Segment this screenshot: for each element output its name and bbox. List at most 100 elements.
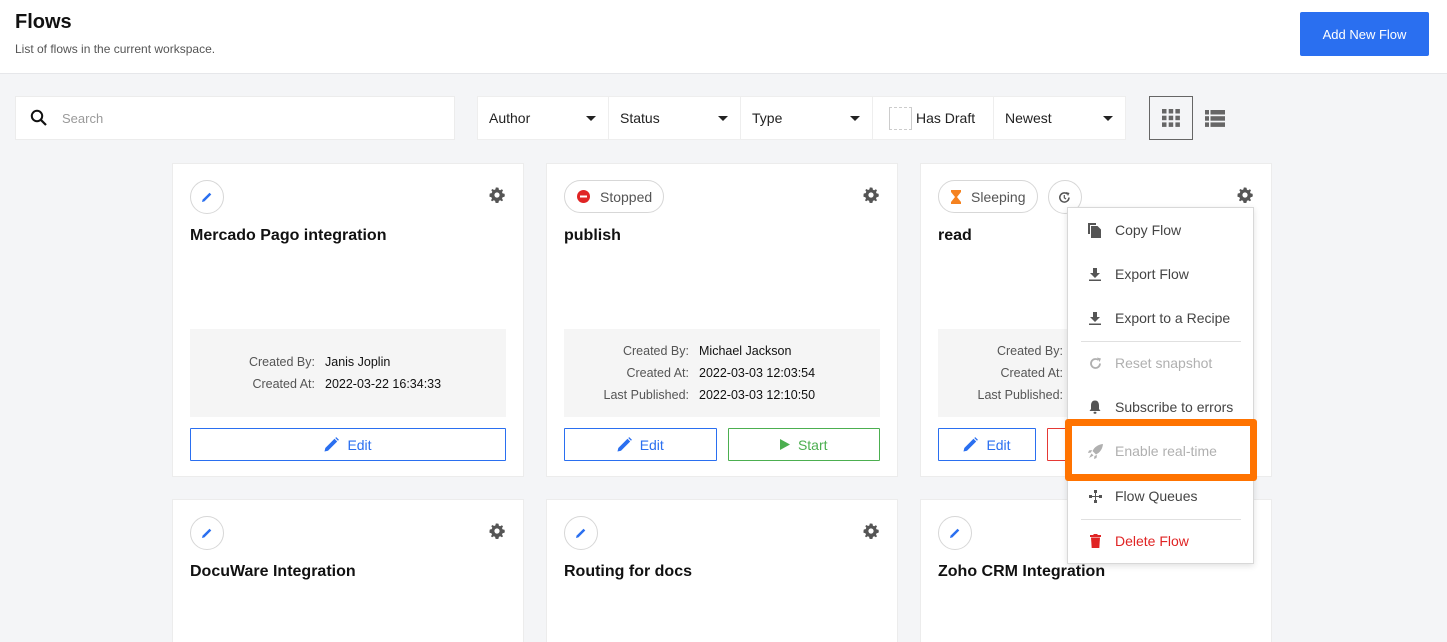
flow-meta: Created By: Michael Jackson Created At: 20… <box>564 329 880 417</box>
flow-card: Stopped publish Created By: Michael Jacks… <box>546 163 898 477</box>
status-label: Sleeping <box>971 188 1026 205</box>
draft-edit-button[interactable] <box>564 516 598 550</box>
gear-icon[interactable] <box>489 523 505 539</box>
pencil-icon <box>202 528 212 538</box>
list-icon <box>1205 109 1225 127</box>
rocket-icon <box>1087 443 1103 459</box>
type-filter[interactable]: Type <box>741 97 872 139</box>
hourglass-icon <box>951 189 961 204</box>
edit-button[interactable]: Edit <box>938 428 1036 461</box>
flow-context-menu: Copy Flow Export Flow Export to a Recipe… <box>1067 207 1254 564</box>
copy-icon <box>1088 222 1101 238</box>
pencil-icon <box>963 437 979 452</box>
draft-edit-button[interactable] <box>938 516 972 550</box>
flow-title[interactable]: Mercado Pago integration <box>190 227 386 245</box>
sort-select-label: Newest <box>1005 110 1052 126</box>
status-filter-label: Status <box>620 110 660 126</box>
draft-edit-button[interactable] <box>190 180 224 214</box>
pencil-icon <box>617 437 632 452</box>
has-draft-filter[interactable]: Has Draft <box>873 97 993 139</box>
menu-item-label: Subscribe to errors <box>1115 399 1234 415</box>
menu-item-label: Copy Flow <box>1115 222 1182 238</box>
start-button[interactable]: Start <box>727 428 880 461</box>
status-badge-sleeping: Sleeping <box>938 180 1038 213</box>
menu-item-label: Enable real-time <box>1115 443 1217 459</box>
stop-circle-icon <box>577 190 590 203</box>
clock-refresh-icon <box>1059 191 1070 203</box>
bell-icon <box>1089 400 1101 414</box>
type-filter-label: Type <box>752 110 783 126</box>
caret-down-icon <box>586 115 596 121</box>
has-draft-checkbox[interactable] <box>889 106 912 130</box>
edit-button[interactable]: Edit <box>190 428 506 461</box>
flow-title[interactable]: Routing for docs <box>564 563 692 581</box>
meta-label: Last Published: <box>603 388 689 402</box>
edit-button-label: Edit <box>347 436 372 453</box>
menu-item-export-to-recipe[interactable]: Export to a Recipe <box>1068 296 1253 340</box>
meta-label: Created By: <box>622 344 689 358</box>
page-subtitle: List of flows in the current workspace. <box>15 42 216 56</box>
flow-title[interactable]: publish <box>564 227 621 245</box>
menu-item-flow-queues[interactable]: Flow Queues <box>1068 474 1253 518</box>
author-filter[interactable]: Author <box>478 97 608 139</box>
pencil-icon <box>324 437 340 452</box>
download-icon <box>1089 311 1101 325</box>
queues-icon <box>1088 489 1102 503</box>
grid-icon <box>1162 109 1180 127</box>
pencil-icon <box>202 192 212 202</box>
author-filter-label: Author <box>489 110 531 126</box>
meta-label: Last Published: <box>977 388 1063 402</box>
status-label: Stopped <box>600 188 653 205</box>
flow-card: Routing for docs <box>546 499 898 642</box>
menu-item-label: Reset snapshot <box>1115 355 1213 371</box>
meta-label: Created By: <box>996 344 1063 358</box>
page-title: Flows <box>15 11 72 33</box>
search-input[interactable] <box>62 110 422 126</box>
has-draft-label: Has Draft <box>916 110 976 126</box>
status-filter[interactable]: Status <box>609 97 740 139</box>
flow-meta: Created By: Janis Joplin Created At: 2022-… <box>190 329 506 417</box>
gear-icon[interactable] <box>863 523 879 539</box>
menu-item-reset-snapshot[interactable]: Reset snapshot <box>1068 341 1253 385</box>
gear-icon[interactable] <box>489 187 505 203</box>
flow-title[interactable]: DocuWare Integration <box>190 563 356 581</box>
list-view-button[interactable] <box>1197 96 1233 140</box>
sort-select[interactable]: Newest <box>994 97 1125 139</box>
flow-card: Mercado Pago integration Created By: Jani… <box>172 163 524 477</box>
menu-item-subscribe-to-errors[interactable]: Subscribe to errors <box>1068 385 1253 429</box>
edit-button-label: Edit <box>986 436 1011 453</box>
meta-label: Created At: <box>252 377 315 391</box>
trash-icon <box>1089 534 1101 548</box>
draft-edit-button[interactable] <box>190 516 224 550</box>
meta-label: Created At: <box>626 366 689 380</box>
menu-item-enable-real-time[interactable]: Enable real-time <box>1068 429 1253 473</box>
menu-item-label: Export Flow <box>1115 266 1189 282</box>
gear-icon[interactable] <box>1237 187 1253 203</box>
menu-item-export-flow[interactable]: Export Flow <box>1068 252 1253 296</box>
play-icon <box>779 439 790 450</box>
meta-label: Created At: <box>1000 366 1063 380</box>
filter-bar: Author Status Type Has Draft Newest <box>477 96 1126 140</box>
search-box[interactable] <box>15 96 455 140</box>
menu-item-label: Delete Flow <box>1115 533 1189 549</box>
edit-button-label: Edit <box>639 436 664 453</box>
flow-title[interactable]: Zoho CRM Integration <box>938 563 1105 581</box>
meta-value: Michael Jackson <box>699 344 792 358</box>
meta-value: 2022-03-03 12:03:54 <box>699 366 816 380</box>
gear-icon[interactable] <box>863 187 879 203</box>
status-badge-stopped: Stopped <box>564 180 665 213</box>
menu-item-label: Flow Queues <box>1115 488 1198 504</box>
caret-down-icon <box>1103 115 1113 121</box>
meta-value: 2022-03-22 16:34:33 <box>325 377 442 391</box>
grid-view-button[interactable] <box>1149 96 1193 140</box>
page-header: Flows List of flows in the current works… <box>0 0 1447 74</box>
start-button-label: Start <box>797 436 828 453</box>
menu-item-copy-flow[interactable]: Copy Flow <box>1068 208 1253 252</box>
add-new-flow-button[interactable]: Add New Flow <box>1300 12 1429 56</box>
menu-item-delete-flow[interactable]: Delete Flow <box>1068 519 1253 563</box>
flow-title[interactable]: read <box>938 227 972 245</box>
pencil-icon <box>576 528 586 538</box>
edit-button[interactable]: Edit <box>564 428 717 461</box>
caret-down-icon <box>850 115 860 121</box>
menu-item-label: Export to a Recipe <box>1115 310 1231 326</box>
